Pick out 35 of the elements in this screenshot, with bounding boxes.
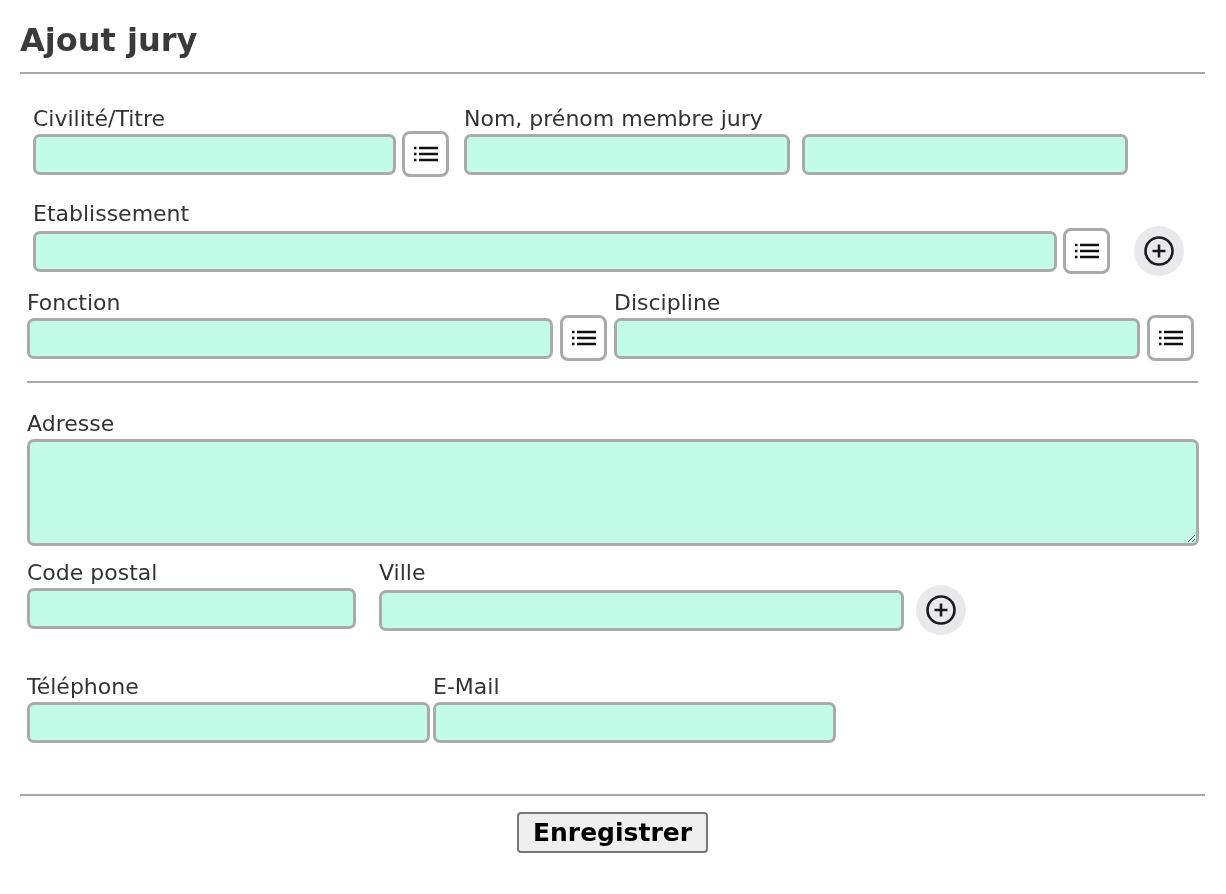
list-button[interactable] (1063, 228, 1110, 274)
text-field[interactable] (614, 317, 1140, 359)
list-icon (413, 146, 438, 162)
field-label: E-Mail (433, 674, 500, 699)
list-button[interactable] (402, 131, 449, 177)
text-field[interactable] (33, 230, 1057, 272)
field-label: Code postal (27, 560, 158, 585)
field-label: Etablissement (33, 201, 190, 226)
list-icon (1158, 330, 1183, 346)
text-field[interactable] (433, 701, 836, 743)
text-field[interactable] (27, 317, 553, 359)
page-title: Ajout jury (20, 22, 198, 59)
field-label: Discipline (614, 290, 721, 315)
field-label: Ville (379, 560, 426, 585)
list-button[interactable] (560, 315, 607, 361)
text-field[interactable] (464, 133, 790, 175)
field-label: Téléphone (27, 674, 139, 699)
field-label: Adresse (27, 411, 115, 436)
add-button[interactable] (1134, 226, 1184, 276)
text-field[interactable] (27, 701, 430, 743)
text-field[interactable] (802, 133, 1128, 175)
field-label: Fonction (27, 290, 121, 315)
add-button[interactable] (916, 585, 966, 635)
plus-circle-icon (1144, 236, 1174, 266)
field-label: Civilité/Titre (33, 106, 165, 131)
text-field[interactable] (33, 133, 396, 175)
save-button[interactable]: Enregistrer (516, 812, 709, 853)
text-field[interactable] (27, 587, 356, 629)
list-icon (1074, 243, 1099, 259)
textarea-field[interactable] (27, 439, 1199, 546)
plus-circle-icon (926, 595, 956, 625)
list-button[interactable] (1147, 315, 1194, 361)
field-label: Nom, prénom membre jury (464, 106, 763, 131)
text-field[interactable] (379, 589, 904, 631)
list-icon (571, 330, 596, 346)
